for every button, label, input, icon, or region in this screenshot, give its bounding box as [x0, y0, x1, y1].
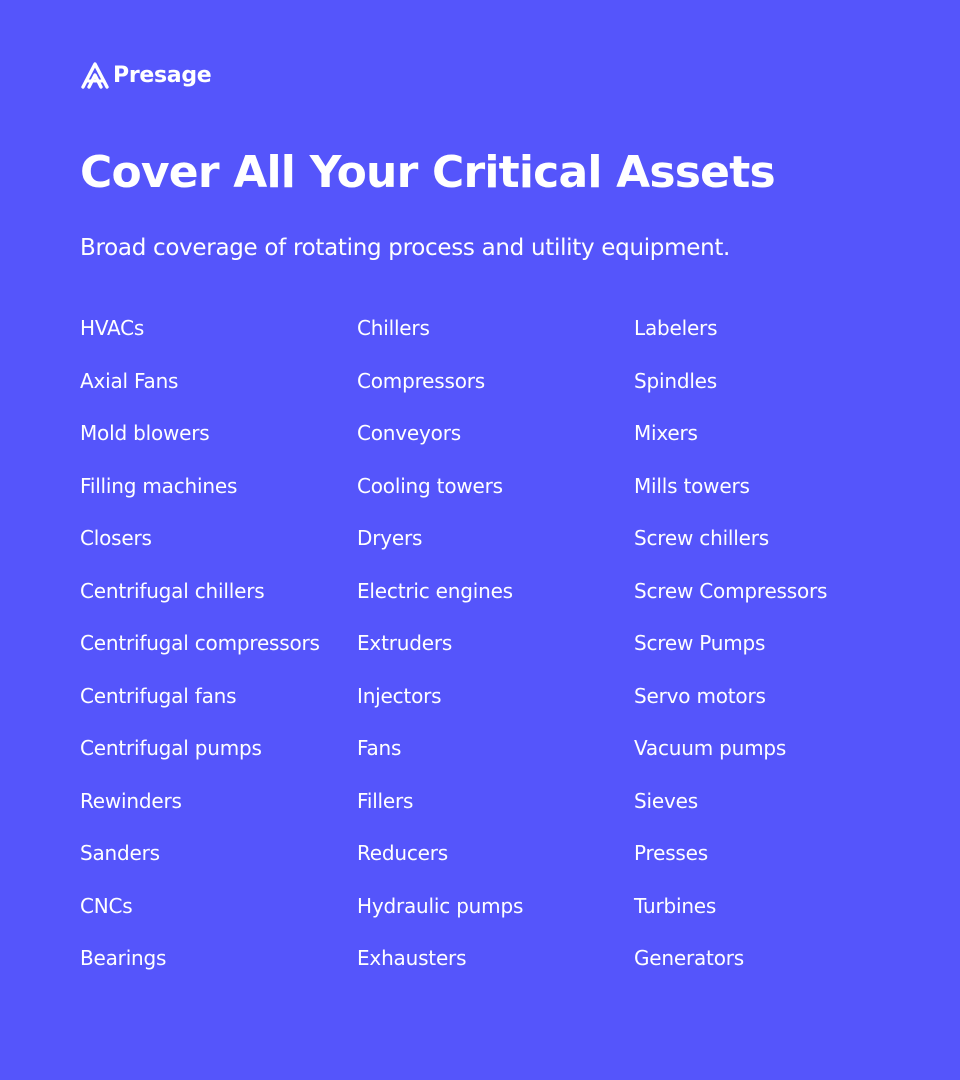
asset-list-column-2: Chillers Compressors Conveyors Cooling towe…	[357, 316, 634, 999]
asset-list-item: Rewinders	[80, 788, 182, 813]
asset-list-item: Screw Compressors	[634, 578, 828, 603]
asset-list-item: Closers	[80, 526, 152, 550]
asset-list-item: Filling machines	[80, 473, 238, 498]
asset-list-item: Centrifugal compressors	[80, 631, 320, 655]
asset-list-item: Extruders	[357, 631, 453, 655]
presage-logo-icon	[81, 62, 109, 89]
asset-columns: HVACs Axial Fans Mold blowers Filling machi…	[80, 316, 911, 999]
asset-list-item: Labelers	[634, 316, 718, 340]
asset-list-item: Sanders	[80, 841, 160, 865]
brand-logo: Presage	[80, 58, 960, 92]
asset-list-item: Spindles	[634, 368, 717, 393]
page-title: Cover All Your Critical Assets	[80, 147, 776, 198]
asset-list-item: Servo motors	[634, 683, 766, 708]
asset-list-item: Dryers	[357, 526, 423, 550]
asset-list-item: Compressors	[357, 368, 485, 393]
asset-list-item: Sieves	[634, 788, 698, 813]
asset-list-item: Vacuum pumps	[634, 736, 787, 760]
brand-name: Presage	[113, 62, 212, 88]
asset-list-item: Hydraulic pumps	[357, 893, 524, 918]
asset-list-item: Turbines	[634, 893, 717, 918]
asset-list-item: Chillers	[357, 316, 430, 340]
asset-list-item: Centrifugal fans	[80, 683, 237, 708]
asset-list-item: Centrifugal pumps	[80, 736, 262, 760]
asset-list-item: Mold blowers	[80, 421, 210, 445]
asset-coverage-card: Presage Cover All Your Critical Assets B…	[0, 0, 960, 1080]
asset-list-column-1: HVACs Axial Fans Mold blowers Filling machi…	[80, 316, 357, 999]
asset-list-item: HVACs	[80, 316, 145, 340]
asset-list-item: Axial Fans	[80, 368, 179, 393]
asset-list-item: Injectors	[357, 683, 442, 708]
asset-list-item: Electric engines	[357, 578, 513, 603]
asset-list-item: Mixers	[634, 421, 698, 445]
asset-list-item: Screw Pumps	[634, 631, 766, 655]
asset-list-item: CNCs	[80, 893, 133, 918]
asset-list-item: Reducers	[357, 841, 449, 865]
asset-list-item: Mills towers	[634, 473, 750, 498]
page-subtitle: Broad coverage of rotating process and u…	[80, 235, 731, 261]
asset-list-item: Bearings	[80, 946, 167, 970]
asset-list-item: Screw chillers	[634, 526, 769, 550]
asset-list-item: Generators	[634, 946, 744, 970]
asset-list-column-3: Labelers Spindles Mixers Mills towers Screw …	[634, 316, 911, 999]
asset-list-item: Conveyors	[357, 421, 461, 445]
asset-list-item: Exhausters	[357, 946, 467, 970]
asset-list-item: Cooling towers	[357, 473, 503, 498]
asset-list-item: Centrifugal chillers	[80, 578, 265, 603]
asset-list-item: Presses	[634, 841, 708, 865]
asset-list-item: Fillers	[357, 788, 414, 813]
asset-list-item: Fans	[357, 736, 402, 760]
